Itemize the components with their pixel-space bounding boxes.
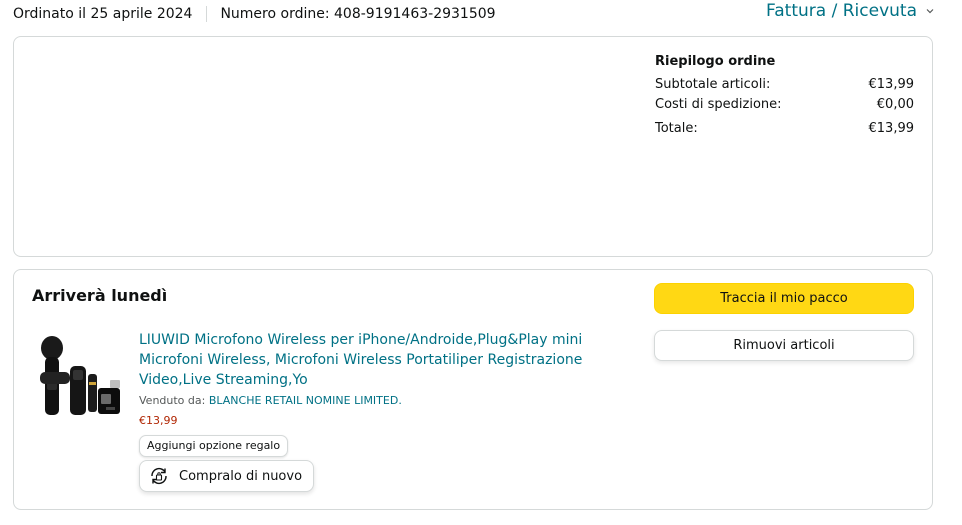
invoice-receipt-label: Fattura / Ricevuta <box>766 1 917 21</box>
buy-again-label: Compralo di nuovo <box>179 468 303 484</box>
product-title-link[interactable]: LIUWID Microfono Wireless per iPhone/And… <box>139 330 634 390</box>
order-number: Numero ordine: 408-9191463-2931509 <box>220 6 496 22</box>
total-value: €13,99 <box>868 121 915 136</box>
order-summary: Riepilogo ordine Subtotale articoli: €13… <box>655 54 914 139</box>
shipping-value: €0,00 <box>876 97 914 112</box>
shipping-label: Costi di spedizione: <box>655 97 782 112</box>
remove-items-button[interactable]: Rimuovi articoli <box>654 330 914 361</box>
seller-link[interactable]: BLANCHE RETAIL NOMINE LIMITED. <box>209 394 402 407</box>
order-date: Ordinato il 25 aprile 2024 <box>13 6 193 22</box>
subtotal-label: Subtotale articoli: <box>655 77 771 92</box>
total-row: Totale: €13,99 <box>655 119 914 139</box>
shipping-row: Costi di spedizione: €0,00 <box>655 95 914 115</box>
subtotal-row: Subtotale articoli: €13,99 <box>655 75 914 95</box>
sold-by-label: Venduto da: <box>139 394 206 407</box>
add-gift-option-button[interactable]: Aggiungi opzione regalo <box>139 435 289 457</box>
invoice-receipt-link[interactable]: Fattura / Ricevuta <box>766 1 934 21</box>
order-summary-card: Riepilogo ordine Subtotale articoli: €13… <box>13 36 933 257</box>
shipment-card: Arriverà lunedì LIUWID Microfono Wireles… <box>13 269 933 510</box>
subtotal-value: €13,99 <box>868 77 915 92</box>
arrival-title: Arriverà lunedì <box>32 286 168 305</box>
buy-again-button[interactable]: Compralo di nuovo <box>139 460 315 492</box>
chevron-down-icon <box>926 9 934 14</box>
seller-info: Venduto da: BLANCHE RETAIL NOMINE LIMITE… <box>139 394 402 407</box>
product-price: €13,99 <box>139 414 178 427</box>
order-summary-title: Riepilogo ordine <box>655 54 776 69</box>
product-image[interactable] <box>38 330 128 425</box>
divider <box>206 6 208 22</box>
track-package-button[interactable]: Traccia il mio pacco <box>654 283 914 314</box>
total-label: Totale: <box>655 121 698 136</box>
buy-again-icon <box>151 467 167 485</box>
order-meta: Ordinato il 25 aprile 2024 Numero ordine… <box>13 6 496 22</box>
